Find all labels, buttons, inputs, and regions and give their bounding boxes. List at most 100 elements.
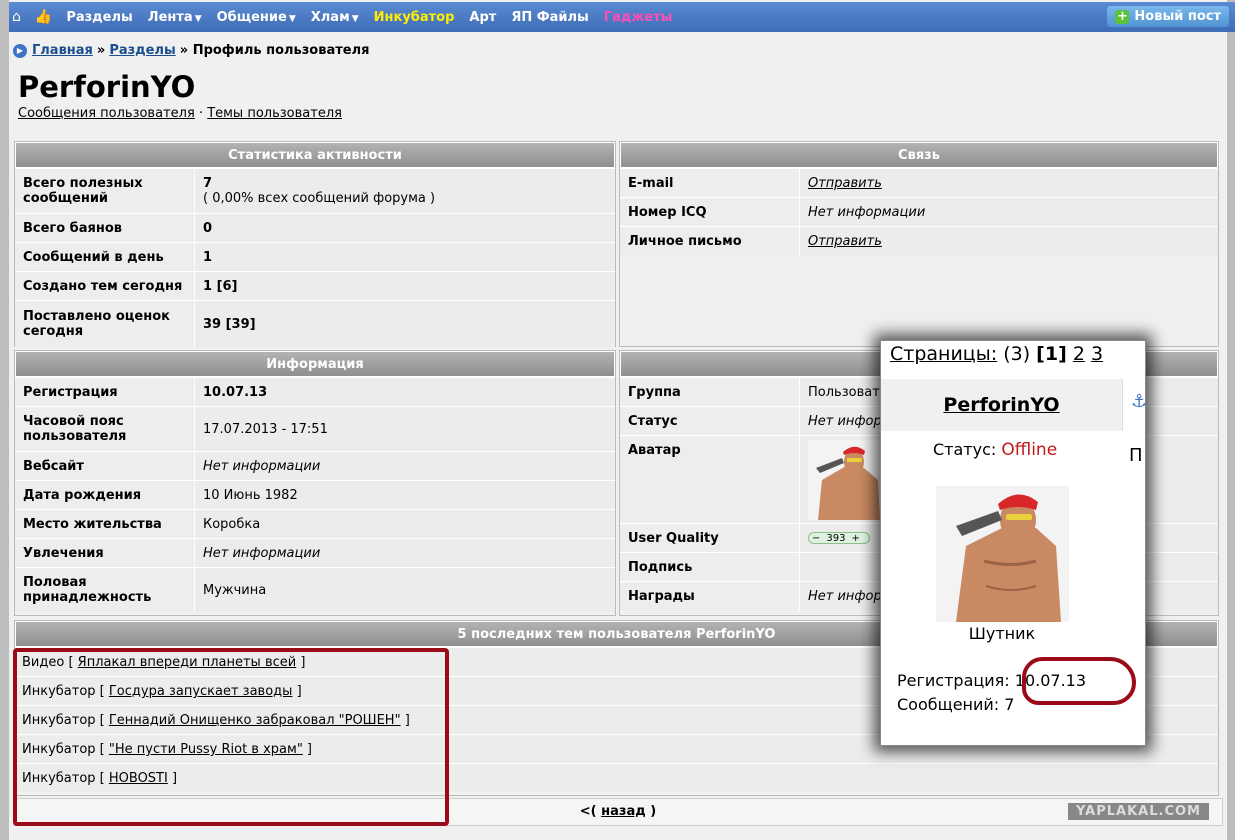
- info-header: Информация: [15, 351, 615, 377]
- caret-down-icon: ▼: [288, 13, 296, 24]
- send-link[interactable]: Отправить: [808, 176, 882, 191]
- side-letter: П: [1129, 445, 1143, 466]
- contact-row-value: Отправить: [800, 169, 1218, 197]
- top-navbar: ⌂ 👍 Разделы Лента ▼ Общение ▼ Хлам ▼ Инкубатор А…: [9, 2, 1235, 32]
- send-link[interactable]: Отправить: [808, 234, 882, 249]
- red-highlight-oval: [1022, 657, 1136, 705]
- stats-row: Создано тем сегодня 1 [6]: [15, 271, 615, 300]
- info-row: Увлечения Нет информации: [15, 538, 615, 567]
- breadcrumb: ▶ Главная » Разделы » Профиль пользовате…: [13, 43, 369, 58]
- contact-header: Связь: [620, 142, 1218, 168]
- contact-row: Личное письмо Отправить: [620, 226, 1218, 255]
- nav-item-label: Арт: [469, 9, 497, 25]
- info-row-value: 10.07.13: [195, 378, 615, 406]
- plus-icon: +: [1115, 8, 1130, 24]
- stats-row: Всего полезных сообщений 7( 0,00% всех со…: [15, 168, 615, 213]
- posts-label: Сообщений:: [897, 695, 1000, 714]
- anchor-icon[interactable]: ⚓: [1131, 391, 1145, 412]
- info-panel: Информация Регистрация 10.07.13 Часовой по…: [14, 350, 616, 616]
- nav-item-label: Разделы: [66, 9, 133, 25]
- avatar-figure-icon: [936, 486, 1069, 622]
- back-suffix: ): [650, 804, 657, 819]
- nav-item-1[interactable]: Лента ▼: [148, 10, 202, 25]
- breadcrumb-separator: »: [96, 43, 106, 58]
- user-quality-meter: −393 +: [808, 532, 870, 544]
- info-row-value: 10 Июнь 1982: [195, 481, 615, 509]
- info-row: Дата рождения 10 Июнь 1982: [15, 480, 615, 509]
- page-3-link[interactable]: 3: [1091, 343, 1103, 365]
- popup-username[interactable]: PerforinYO: [881, 379, 1123, 431]
- nav-item-label: Общение: [216, 9, 287, 25]
- info-row-label: Увлечения: [15, 539, 195, 567]
- page-title: PerforinYO: [18, 70, 196, 104]
- contact-row-label: Личное письмо: [620, 227, 800, 255]
- info-row-label: Вебсайт: [15, 452, 195, 480]
- new-post-button[interactable]: + Новый пост: [1107, 6, 1229, 27]
- stats-row-label: Сообщений в день: [15, 243, 195, 271]
- nav-item-label: Гаджеты: [603, 9, 673, 25]
- status-label: Статус:: [933, 440, 997, 459]
- stats-row-label: Всего баянов: [15, 214, 195, 242]
- info-row-label: Место жительства: [15, 510, 195, 538]
- activity-stats-panel: Статистика активности Всего полезных соо…: [14, 141, 616, 347]
- home-icon[interactable]: ⌂: [12, 9, 21, 25]
- stats-row-label: Всего полезных сообщений: [15, 169, 195, 213]
- stat-value: 1 [6]: [203, 278, 238, 294]
- nav-item-label: Инкубатор: [373, 9, 455, 25]
- stats-row-value: 1: [195, 243, 615, 271]
- thumbs-up-icon[interactable]: 👍: [35, 9, 52, 25]
- breadcrumb-current: » Профиль пользователя: [179, 43, 370, 58]
- info-row: Регистрация 10.07.13: [15, 377, 615, 406]
- pages-count: (3): [1003, 343, 1031, 365]
- info-row-label: Часовой пояс пользователя: [15, 407, 195, 451]
- profile-links: Сообщения пользователя · Темы пользовате…: [18, 106, 342, 121]
- pagination: Страницы: (3) [1] 2 3: [890, 343, 1103, 365]
- info-value: Нет информации: [203, 545, 321, 561]
- info-row-value: Нет информации: [195, 452, 615, 480]
- personal-row-label: Награды: [620, 582, 800, 610]
- nav-item-2[interactable]: Общение ▼: [217, 10, 296, 25]
- pages-label[interactable]: Страницы:: [890, 343, 997, 365]
- info-row-value: Нет информации: [195, 539, 615, 567]
- minus-icon[interactable]: −: [809, 533, 823, 544]
- plus-icon[interactable]: +: [848, 533, 862, 544]
- contact-row-label: E-mail: [620, 169, 800, 197]
- nav-menu: Разделы Лента ▼ Общение ▼ Хлам ▼ Инкубатор Арт ЯП…: [66, 10, 687, 25]
- personal-row-label: User Quality: [620, 524, 800, 552]
- user-topics-link[interactable]: Темы пользователя: [207, 106, 342, 121]
- nav-item-7[interactable]: Гаджеты: [604, 10, 673, 25]
- personal-row-label: Подпись: [620, 553, 800, 581]
- avatar: [808, 439, 882, 520]
- info-row: Место жительства Коробка: [15, 509, 615, 538]
- info-value: 10 Июнь 1982: [203, 487, 298, 503]
- watermark: YAPLAKAL.COM: [1068, 803, 1209, 820]
- personal-row-label: Статус: [620, 407, 800, 435]
- new-post-label: Новый пост: [1134, 9, 1221, 24]
- info-row-label: Дата рождения: [15, 481, 195, 509]
- activity-stats-header: Статистика активности: [15, 142, 615, 168]
- stat-value: 7: [203, 176, 213, 191]
- info-value: 17.07.2013 - 17:51: [203, 421, 328, 437]
- links-separator: ·: [198, 106, 204, 121]
- page-2-link[interactable]: 2: [1073, 343, 1085, 365]
- posts-value: 7: [1004, 695, 1015, 714]
- breadcrumb-sections-link[interactable]: Разделы: [109, 43, 175, 58]
- contact-row: Номер ICQ Нет информации: [620, 197, 1218, 226]
- caret-down-icon: ▼: [351, 13, 359, 24]
- info-row-value: 17.07.2013 - 17:51: [195, 407, 615, 451]
- nav-item-0[interactable]: Разделы: [66, 10, 132, 25]
- nav-item-4[interactable]: Инкубатор: [374, 10, 455, 25]
- user-posts-link[interactable]: Сообщения пользователя: [18, 106, 195, 121]
- info-value: 10.07.13: [203, 384, 268, 400]
- info-value: Мужчина: [203, 582, 267, 598]
- stats-row: Сообщений в день 1: [15, 242, 615, 271]
- popup-rank: Шутник: [968, 624, 1036, 643]
- nav-item-6[interactable]: ЯП Файлы: [511, 10, 588, 25]
- back-link[interactable]: назад: [601, 804, 646, 819]
- reg-label: Регистрация:: [897, 671, 1010, 690]
- nav-item-5[interactable]: Арт: [469, 10, 496, 25]
- nav-item-label: Хлам: [310, 9, 350, 25]
- breadcrumb-home-link[interactable]: Главная: [32, 43, 93, 58]
- nav-item-3[interactable]: Хлам ▼: [311, 10, 359, 25]
- caret-down-icon: ▼: [194, 13, 202, 24]
